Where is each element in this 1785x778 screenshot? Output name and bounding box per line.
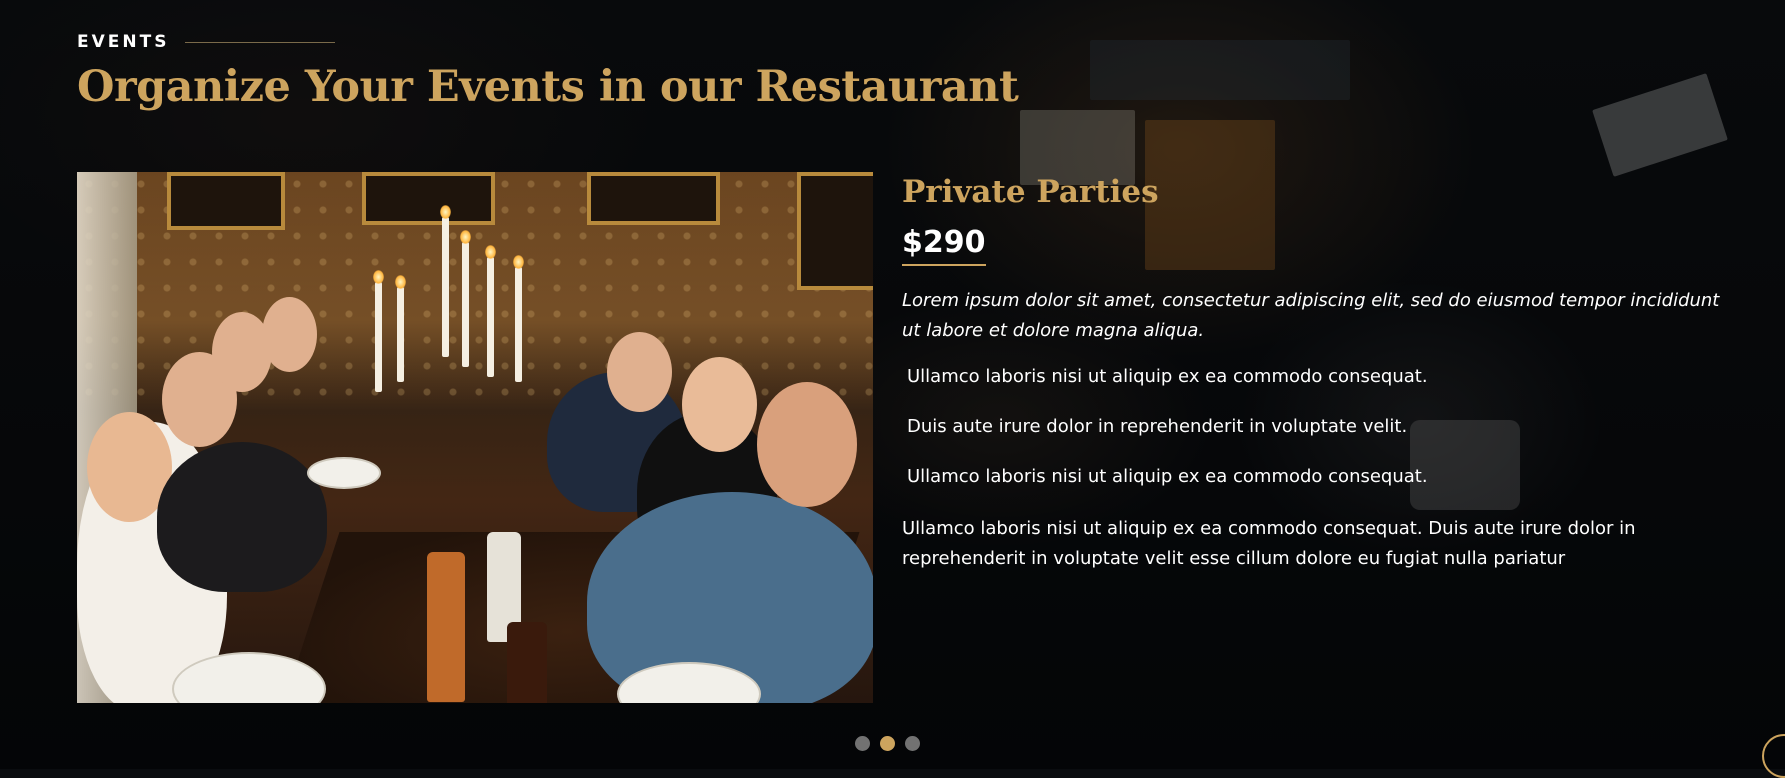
photo-frame	[167, 172, 285, 230]
candle	[373, 270, 384, 392]
slider-pagination	[855, 736, 920, 751]
event-details: Private Parties $290 Lorem ipsum dolor s…	[902, 172, 1722, 574]
candle	[395, 275, 406, 382]
photo-frame	[587, 172, 720, 225]
candle	[513, 255, 524, 382]
bottle	[427, 552, 465, 702]
photo-frame	[362, 172, 495, 225]
event-price: $290	[902, 224, 986, 266]
bottle	[507, 622, 547, 703]
candle	[485, 245, 496, 377]
event-intro: Lorem ipsum dolor sit amet, consectetur …	[902, 290, 1720, 341]
section-title: Organize Your Events in our Restaurant	[77, 62, 1019, 112]
guest-head	[262, 297, 317, 372]
slider-dot-2[interactable]	[880, 736, 895, 751]
event-photo	[77, 172, 873, 703]
guest	[157, 442, 327, 592]
guest-head	[607, 332, 672, 412]
slider-dot-1[interactable]	[855, 736, 870, 751]
feature-list: Ullamco laboris nisi ut aliquip ex ea co…	[907, 364, 1722, 490]
event-title: Private Parties	[902, 174, 1159, 210]
eyebrow-divider	[185, 41, 336, 43]
feature-item: Duis aute irure dolor in reprehenderit i…	[907, 416, 1408, 437]
candle	[460, 230, 471, 367]
slider-dot-3[interactable]	[905, 736, 920, 751]
eyebrow-label: EVENTS	[77, 32, 170, 52]
candle	[440, 205, 451, 357]
event-description: Ullamco laboris nisi ut aliquip ex ea co…	[902, 518, 1636, 569]
guest-head	[682, 357, 757, 452]
plate	[307, 457, 381, 489]
feature-item: Ullamco laboris nisi ut aliquip ex ea co…	[907, 366, 1428, 387]
feature-item: Ullamco laboris nisi ut aliquip ex ea co…	[907, 466, 1428, 487]
photo-frame	[797, 172, 873, 290]
section-eyebrow: EVENTS	[77, 32, 336, 52]
guest-head	[757, 382, 857, 507]
